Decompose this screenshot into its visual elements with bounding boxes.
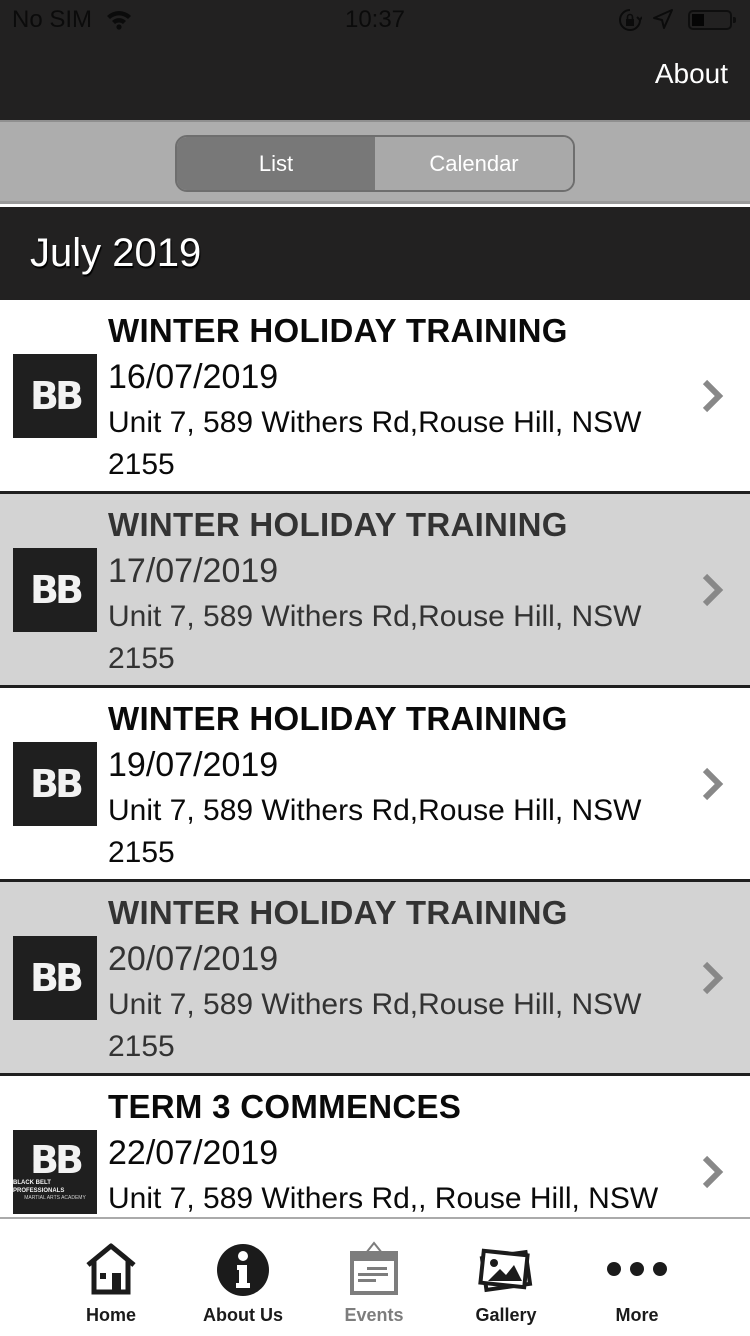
academy-logo: BB (13, 936, 97, 1020)
logo-mark: BB (30, 568, 84, 612)
logo-mark: BB (30, 374, 84, 418)
event-date: 19/07/2019 (108, 746, 279, 784)
academy-logo: BB (13, 548, 97, 632)
event-title: WINTER HOLIDAY TRAINING (108, 312, 568, 349)
view-segmented-control: List Calendar (175, 135, 575, 192)
event-date: 17/07/2019 (108, 552, 279, 590)
chevron-right-icon (702, 573, 724, 607)
event-title: WINTER HOLIDAY TRAINING (108, 506, 568, 543)
status-bar: No SIM 10:37 (0, 0, 750, 40)
event-date: 22/07/2019 (108, 1134, 279, 1172)
view-switcher-bar: List Calendar (0, 120, 750, 204)
event-list[interactable]: BB WINTER HOLIDAY TRAINING 16/07/2019 Un… (0, 300, 750, 1218)
about-button[interactable]: About (655, 58, 728, 90)
chevron-right-icon (702, 767, 724, 801)
segment-calendar[interactable]: Calendar (375, 137, 573, 190)
tab-label: Gallery (475, 1305, 537, 1325)
tab-gallery[interactable]: Gallery (441, 1219, 571, 1336)
event-address: Unit 7, 589 Withers Rd,Rouse Hill, NSW 2… (108, 988, 642, 1063)
tab-label: Events (344, 1305, 404, 1325)
tab-label: About Us (203, 1305, 283, 1325)
segment-list[interactable]: List (177, 137, 375, 190)
event-address: Unit 7, 589 Withers Rd,Rouse Hill, NSW 2… (108, 794, 642, 869)
event-address: Unit 7, 589 Withers Rd,, Rouse Hill, NSW (108, 1182, 659, 1215)
logo-tagline: MARTIAL ARTS ACADEMY (24, 1195, 86, 1201)
academy-logo: BB (13, 354, 97, 438)
battery-icon (688, 10, 736, 30)
gallery-icon (478, 1248, 533, 1293)
info-icon (217, 1244, 269, 1296)
month-section-header: July 2019 (0, 206, 750, 301)
tab-more[interactable]: More (572, 1219, 702, 1336)
tab-about-us[interactable]: About Us (178, 1219, 308, 1336)
event-row[interactable]: BB WINTER HOLIDAY TRAINING 19/07/2019 Un… (0, 688, 750, 882)
event-row[interactable]: BB WINTER HOLIDAY TRAINING 17/07/2019 Un… (0, 494, 750, 688)
event-title: WINTER HOLIDAY TRAINING (108, 700, 568, 737)
event-address: Unit 7, 589 Withers Rd,Rouse Hill, NSW 2… (108, 406, 642, 481)
tab-label: More (615, 1305, 659, 1325)
tab-label: Home (85, 1305, 136, 1325)
event-row[interactable]: BB WINTER HOLIDAY TRAINING 20/07/2019 Un… (0, 882, 750, 1076)
calendar-icon (350, 1241, 398, 1295)
navigation-bar: About (0, 40, 750, 120)
month-title: July 2019 (30, 231, 202, 275)
event-title: TERM 3 COMMENCES (108, 1088, 462, 1125)
tab-home[interactable]: Home (46, 1219, 176, 1336)
logo-mark: BB (30, 956, 84, 1000)
event-address: Unit 7, 589 Withers Rd,Rouse Hill, NSW 2… (108, 600, 642, 675)
academy-logo: BB (13, 742, 97, 826)
event-row[interactable]: BB BLACK BELT PROFESSIONALS MARTIAL ARTS… (0, 1076, 750, 1218)
event-title: WINTER HOLIDAY TRAINING (108, 894, 568, 931)
orientation-lock-icon (618, 8, 643, 39)
home-icon (86, 1243, 136, 1295)
academy-logo: BB BLACK BELT PROFESSIONALS MARTIAL ARTS… (13, 1130, 97, 1214)
logo-name: BLACK BELT PROFESSIONALS (13, 1180, 65, 1194)
logo-mark: BB (30, 762, 84, 806)
logo-mark: BB (30, 1138, 84, 1182)
event-date: 20/07/2019 (108, 940, 279, 978)
chevron-right-icon (702, 1155, 724, 1189)
event-row[interactable]: BB WINTER HOLIDAY TRAINING 16/07/2019 Un… (0, 300, 750, 494)
more-icon (607, 1262, 667, 1276)
tab-events[interactable]: Events (309, 1219, 439, 1336)
location-arrow-icon (652, 8, 674, 37)
chevron-right-icon (702, 379, 724, 413)
tab-bar: Home About Us Events Gallery More (0, 1217, 750, 1336)
event-date: 16/07/2019 (108, 358, 279, 396)
chevron-right-icon (702, 961, 724, 995)
